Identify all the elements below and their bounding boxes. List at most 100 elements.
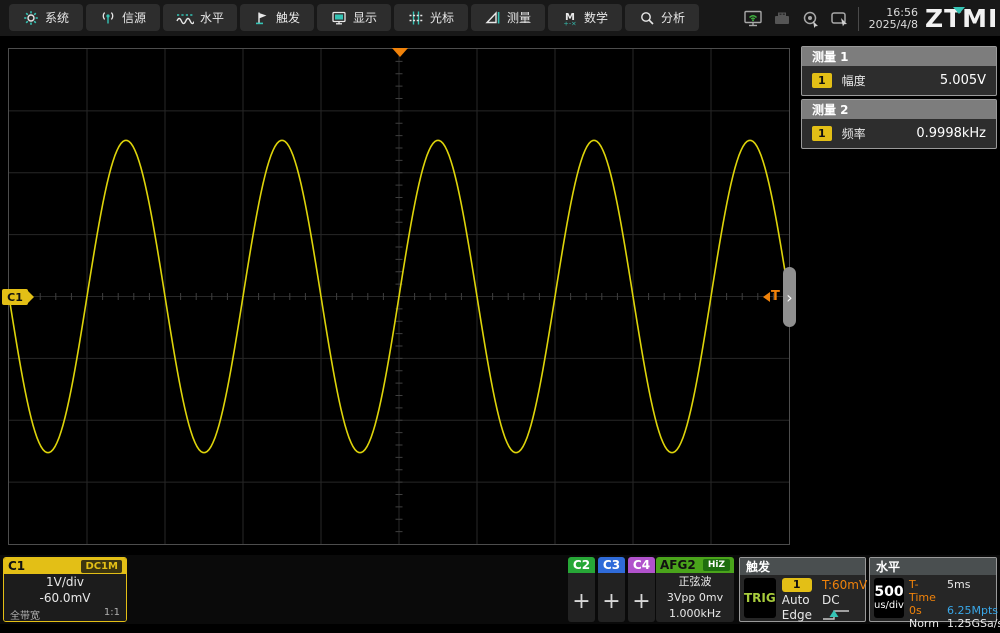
- trigger-position-marker[interactable]: [392, 48, 408, 57]
- trigger-level-arrow-icon: [763, 292, 770, 302]
- gear-icon: [23, 10, 39, 26]
- channel1-level-marker[interactable]: C1: [2, 289, 28, 305]
- measurement1-title: 测量 1: [802, 47, 996, 66]
- trigger-icon: [254, 10, 270, 26]
- menu-source-button[interactable]: 信源: [86, 4, 160, 31]
- clock-time: 16:56: [866, 7, 918, 19]
- menu-cursor-button[interactable]: 光标: [394, 4, 468, 31]
- horizontal-panel-title: 水平: [870, 558, 996, 575]
- horizontal-delay: 0s: [909, 604, 939, 617]
- menu-analysis-label: 分析: [661, 9, 685, 26]
- measurement-panel-1[interactable]: 测量 1 1 幅度 5.005V: [801, 46, 997, 96]
- channel1-box[interactable]: C1 DC1M 1V/div -60.0mV 全带宽 1:1: [3, 557, 127, 622]
- menu-cursor-label: 光标: [430, 9, 454, 26]
- channel3-add-icon: +: [598, 573, 625, 622]
- channel1-scale: 1V/div: [4, 574, 126, 590]
- trigger-level-label: T: [771, 289, 780, 304]
- menu-system-label: 系统: [45, 9, 69, 26]
- source-icon: [100, 10, 116, 26]
- menu-math-label: 数学: [584, 9, 608, 26]
- status-icons: 16:56 2025/4/8 ZTMI: [742, 6, 998, 31]
- channel2-add-icon: +: [568, 573, 595, 622]
- menu-measure-button[interactable]: 测量: [471, 4, 545, 31]
- waveform-plot-area[interactable]: [8, 48, 790, 545]
- menu-horizontal-label: 水平: [200, 9, 224, 26]
- waveform-canvas: [9, 49, 789, 544]
- channel1-label: C1: [8, 559, 25, 573]
- afg-impedance-badge: HiZ: [703, 559, 730, 571]
- menu-source-label: 信源: [122, 9, 146, 26]
- channel1-bandwidth: 全带宽: [10, 607, 40, 622]
- trigger-coupling: DC: [822, 593, 867, 607]
- channel4-label: C4: [628, 557, 655, 573]
- usb-icon[interactable]: [771, 8, 793, 30]
- afg-waveform-type: 正弦波: [656, 574, 734, 590]
- measurement2-value: 0.9998kHz: [916, 126, 986, 141]
- touch-icon[interactable]: [800, 8, 822, 30]
- afg-amplitude-offset: 3Vpp 0mv: [656, 590, 734, 606]
- measurement1-value: 5.005V: [940, 73, 986, 88]
- channel4-box[interactable]: C4 +: [628, 557, 655, 622]
- horizontal-settings-panel[interactable]: 水平 500 us/div T-Time 5ms 0s 6.25Mpts Nor…: [869, 557, 997, 622]
- menu-horizontal-button[interactable]: 水平: [163, 4, 237, 31]
- channel2-label: C2: [568, 557, 595, 573]
- menu-analysis-button[interactable]: 分析: [625, 4, 699, 31]
- measurement1-name: 幅度: [842, 72, 866, 89]
- cursor-icon: [408, 10, 424, 26]
- timebase-box: 500 us/div: [874, 578, 904, 618]
- display-icon: [331, 10, 347, 26]
- menu-display-label: 显示: [353, 9, 377, 26]
- trigger-type: Edge: [782, 608, 812, 622]
- measurement2-row: 1 频率 0.9998kHz: [802, 119, 996, 148]
- clock: 16:56 2025/4/8: [866, 7, 918, 31]
- menu-math-button[interactable]: M +-× 数学: [548, 4, 622, 31]
- trigger-panel-title: 触发: [740, 558, 865, 575]
- network-icon[interactable]: [742, 8, 764, 30]
- measurement1-row: 1 幅度 5.005V: [802, 66, 996, 95]
- t-time-label: T-Time: [909, 578, 939, 604]
- measurement2-name: 频率: [842, 125, 866, 142]
- menu-system-button[interactable]: 系统: [9, 4, 83, 31]
- menu-row: 系统 信源 水平 触发: [9, 4, 699, 31]
- timebase-value: 500: [874, 585, 903, 600]
- menu-display-button[interactable]: 显示: [317, 4, 391, 31]
- measurement1-source-badge: 1: [812, 73, 832, 88]
- channel3-box[interactable]: C3 +: [598, 557, 625, 622]
- menu-trigger-label: 触发: [276, 9, 300, 26]
- channel3-label: C3: [598, 557, 625, 573]
- trigger-settings-panel[interactable]: 触发 TRIG 1 Auto Edge T:60mV DC: [739, 557, 866, 622]
- afg-frequency: 1.000kHz: [656, 606, 734, 622]
- rising-edge-icon: [822, 608, 850, 621]
- channel2-box[interactable]: C2 +: [568, 557, 595, 622]
- analysis-icon: [639, 10, 655, 26]
- svg-text:+-×: +-×: [563, 19, 576, 26]
- channel1-probe-ratio: 1:1: [104, 607, 120, 622]
- channel4-add-icon: +: [628, 573, 655, 622]
- timebase-unit: us/div: [874, 600, 904, 611]
- trigger-source-badge: 1: [782, 578, 812, 592]
- measurement-panel-2[interactable]: 测量 2 1 频率 0.9998kHz: [801, 99, 997, 149]
- bottom-status-bar: C1 DC1M 1V/div -60.0mV 全带宽 1:1 C2 + C3 +…: [0, 555, 1000, 624]
- trigger-status: TRIG: [744, 578, 776, 618]
- afg-label: AFG2: [660, 558, 696, 572]
- menu-measure-label: 测量: [507, 9, 531, 26]
- topbar-separator: [858, 7, 859, 31]
- gesture-icon[interactable]: [829, 8, 851, 30]
- trigger-mode: Auto: [782, 593, 812, 607]
- memory-depth: 6.25Mpts: [947, 604, 1000, 617]
- measurement2-source-badge: 1: [812, 126, 832, 141]
- t-time-value: 5ms: [947, 578, 1000, 604]
- menu-trigger-button[interactable]: 触发: [240, 4, 314, 31]
- afg-generator-box[interactable]: AFG2 HiZ 正弦波 3Vpp 0mv 1.000kHz: [656, 557, 734, 622]
- channel1-coupling-badge: DC1M: [81, 560, 122, 573]
- brand-triangle-icon: [953, 7, 965, 14]
- measurement2-title: 测量 2: [802, 100, 996, 119]
- brand-logo: ZTMI: [925, 6, 998, 31]
- trigger-level-marker[interactable]: T: [763, 289, 780, 304]
- channel1-offset: -60.0mV: [4, 590, 126, 606]
- clock-date: 2025/4/8: [866, 19, 918, 31]
- side-panel-handle[interactable]: ›: [783, 267, 796, 327]
- measure-icon: [485, 10, 501, 26]
- trigger-level-value: T:60mV: [822, 578, 867, 592]
- math-icon: M +-×: [562, 10, 578, 26]
